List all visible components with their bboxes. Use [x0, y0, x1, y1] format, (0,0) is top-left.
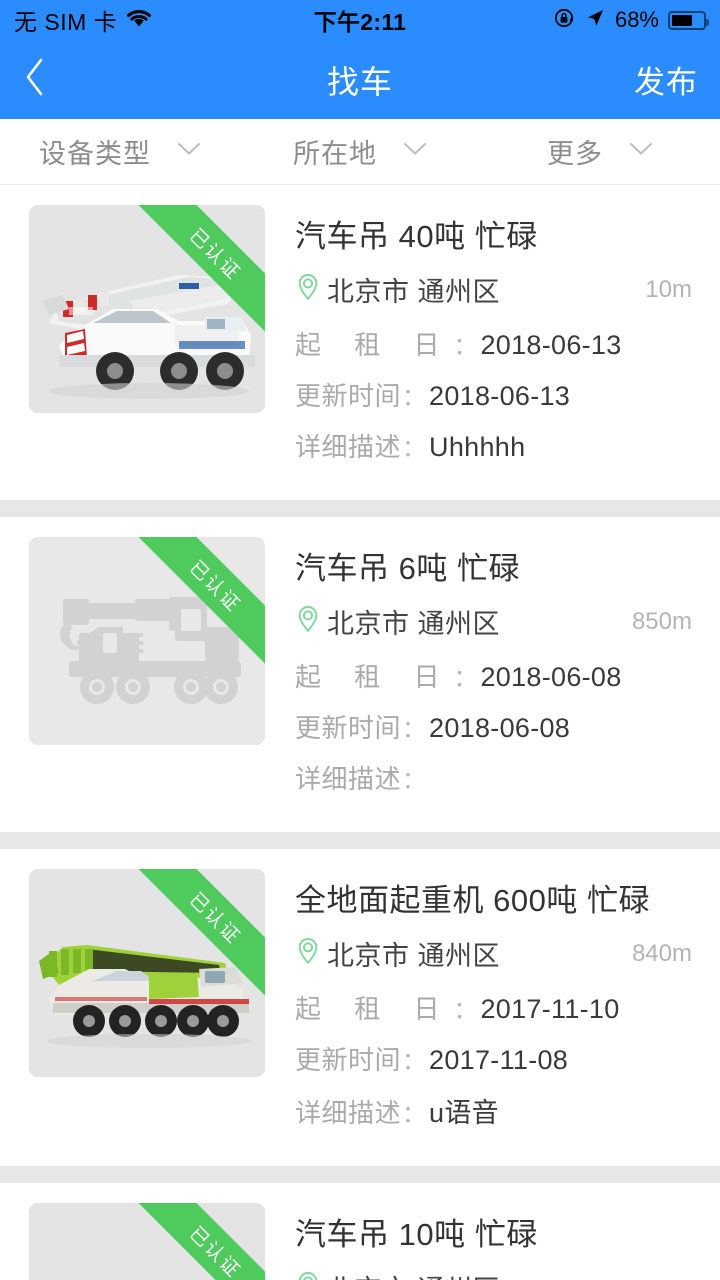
- listing-thumbnail[interactable]: 已认证: [29, 1203, 265, 1280]
- start-date-label: 起 租 日: [295, 994, 453, 1024]
- listing-location-row: 北京市 通州区 850m: [295, 602, 698, 641]
- status-bar: 无 SIM 卡 下午2:11 68%: [0, 0, 720, 40]
- chevron-left-icon: [22, 55, 48, 104]
- wifi-icon: [125, 8, 153, 33]
- status-bar-right: 68%: [553, 7, 709, 34]
- colon: ：: [402, 767, 427, 794]
- listing-thumbnail[interactable]: 已认证: [29, 537, 265, 745]
- listing-update-time-row: 更新时间 ： 2018-06-13: [295, 376, 698, 413]
- colon: ：: [453, 333, 478, 360]
- listing-info: 汽车吊 6吨 忙碌 北京市 通州区 850m 起 租 日 ： 2018-06-0…: [265, 537, 698, 810]
- listing-title: 全地面起重机 600吨 忙碌: [295, 883, 650, 918]
- listing-location: 北京市 通州区: [327, 941, 501, 971]
- listing-card[interactable]: 已认证 汽车吊 40吨 忙碌 北京市 通州区 10m 起 租 日 ： 2018-…: [0, 185, 720, 500]
- listing-location: 北京市 通州区: [327, 609, 501, 639]
- listing-start-date-row: 起 租 日 ： 2018-06-08: [295, 657, 698, 694]
- start-date-label: 起 租 日: [295, 330, 453, 360]
- filter-more[interactable]: 更多: [480, 132, 720, 171]
- listing-location-row: 北京市 通州区 840m: [295, 934, 698, 973]
- listing-description-row: 详细描述 ：: [295, 759, 698, 796]
- listing-location-row: 北京市 通州区: [295, 1268, 698, 1280]
- page-title: 找车: [326, 63, 393, 100]
- listing-start-date: 2017-11-10: [480, 994, 620, 1024]
- listing-update-time: 2018-06-13: [429, 381, 571, 411]
- filter-bar: 设备类型 所在地 更多: [0, 119, 720, 185]
- listing-start-date-row: 起 租 日 ： 2017-11-10: [295, 989, 698, 1026]
- update-time-label: 更新时间: [295, 713, 402, 743]
- listing-info: 汽车吊 10吨 忙碌 北京市 通州区: [265, 1203, 698, 1280]
- listing-card[interactable]: 已认证 汽车吊 10吨 忙碌 北京市 通州区: [0, 1183, 720, 1280]
- listing-info: 全地面起重机 600吨 忙碌 北京市 通州区 840m 起 租 日 ： 2017…: [265, 869, 698, 1144]
- listing-title: 汽车吊 40吨 忙碌: [295, 219, 538, 254]
- listing-location: 北京市 通州区: [327, 277, 501, 307]
- listing-distance: 10m: [645, 275, 692, 303]
- listing-description: u语音: [429, 1098, 499, 1128]
- listing-location-row: 北京市 通州区 10m: [295, 270, 698, 309]
- colon: ：: [402, 1101, 427, 1128]
- nav-bar: 找车 发布: [0, 40, 720, 119]
- filter-location-label: 所在地: [293, 139, 377, 169]
- listing-start-date: 2018-06-13: [480, 330, 622, 360]
- listing-description-row: 详细描述 ： Uhhhhh: [295, 427, 698, 464]
- listing-update-time-row: 更新时间 ： 2018-06-08: [295, 708, 698, 745]
- listing-list: 已认证 汽车吊 40吨 忙碌 北京市 通州区 10m 起 租 日 ： 2018-…: [0, 185, 720, 1280]
- crane-photo-green: [29, 869, 265, 1077]
- back-button[interactable]: [22, 55, 72, 105]
- start-date-label: 起 租 日: [295, 662, 453, 692]
- location-pin-icon: [295, 1270, 321, 1280]
- update-time-label: 更新时间: [295, 381, 402, 411]
- crane-photo-white: [29, 205, 265, 413]
- colon: ：: [402, 384, 427, 411]
- location-pin-icon: [295, 272, 321, 307]
- colon: ：: [453, 997, 478, 1024]
- listing-thumbnail[interactable]: 已认证: [29, 869, 265, 1077]
- listing-card[interactable]: 已认证 全地面起重机 600吨 忙碌 北京市 通州区 840m 起 租 日 ： …: [0, 849, 720, 1166]
- colon: ：: [402, 1048, 427, 1075]
- status-bar-left: 无 SIM 卡: [14, 3, 153, 37]
- description-label: 详细描述: [295, 764, 402, 794]
- crane-placeholder-icon: [29, 537, 265, 745]
- listing-distance: 850m: [631, 607, 692, 635]
- listing-update-time: 2017-11-08: [429, 1045, 569, 1075]
- filter-more-label: 更多: [547, 139, 603, 169]
- filter-device-type-label: 设备类型: [39, 139, 151, 169]
- listing-info: 汽车吊 40吨 忙碌 北京市 通州区 10m 起 租 日 ： 2018-06-1…: [265, 205, 698, 478]
- colon: ：: [402, 435, 427, 462]
- description-label: 详细描述: [295, 1098, 402, 1128]
- listing-distance: 840m: [631, 939, 692, 967]
- list-separator: [0, 832, 720, 849]
- listing-description: Uhhhhh: [429, 432, 526, 462]
- chevron-down-icon: [403, 142, 427, 161]
- colon: ：: [402, 716, 427, 743]
- listing-start-date-row: 起 租 日 ： 2018-06-13: [295, 325, 698, 362]
- listing-description-row: 详细描述 ： u语音: [295, 1091, 698, 1130]
- filter-location[interactable]: 所在地: [240, 132, 480, 171]
- rotation-lock-icon: [553, 7, 575, 34]
- listing-update-time: 2018-06-08: [429, 713, 571, 743]
- filter-device-type[interactable]: 设备类型: [0, 132, 240, 171]
- carrier-label: 无 SIM 卡: [14, 9, 118, 35]
- publish-button[interactable]: 发布: [634, 57, 698, 102]
- listing-card[interactable]: 已认证 汽车吊 6吨 忙碌 北京市 通州区 850m 起 租 日 ： 2018-…: [0, 517, 720, 832]
- chevron-down-icon: [177, 142, 201, 161]
- chevron-down-icon: [629, 142, 653, 161]
- description-label: 详细描述: [295, 432, 402, 462]
- listing-title: 汽车吊 10吨 忙碌: [295, 1217, 538, 1252]
- location-pin-icon: [295, 936, 321, 971]
- location-arrow-icon: [584, 7, 606, 34]
- clock-label: 下午2:11: [313, 9, 407, 35]
- listing-title: 汽车吊 6吨 忙碌: [295, 551, 520, 586]
- listing-location: 北京市 通州区: [327, 1268, 500, 1280]
- battery-icon: [668, 10, 709, 30]
- listing-update-time-row: 更新时间 ： 2017-11-08: [295, 1040, 698, 1077]
- list-separator: [0, 1166, 720, 1183]
- colon: ：: [453, 665, 478, 692]
- update-time-label: 更新时间: [295, 1045, 402, 1075]
- location-pin-icon: [295, 604, 321, 639]
- listing-start-date: 2018-06-08: [480, 662, 622, 692]
- listing-thumbnail[interactable]: 已认证: [29, 205, 265, 413]
- list-separator: [0, 500, 720, 517]
- battery-percent-label: 68%: [614, 7, 659, 32]
